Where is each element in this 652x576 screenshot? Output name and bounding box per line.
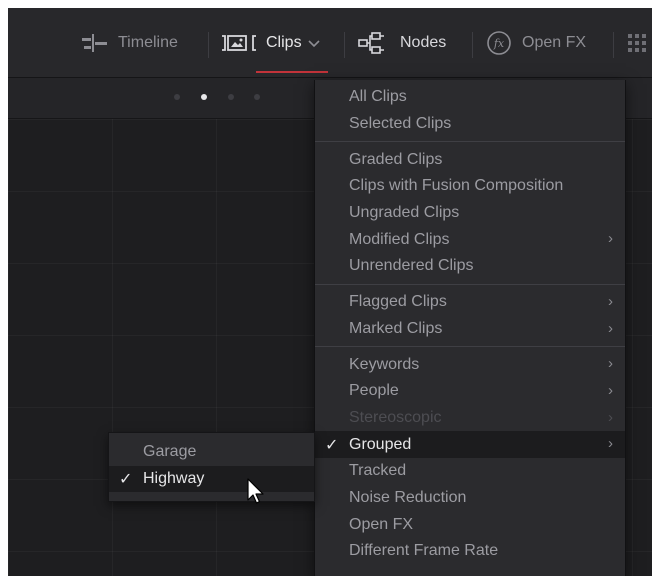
page-dot[interactable]	[254, 94, 260, 100]
menu-item-selected-clips[interactable]: Selected Clips	[315, 111, 625, 138]
toolbar-divider	[208, 32, 209, 58]
menu-item-different-frame-rate[interactable]: Different Frame Rate	[315, 538, 625, 565]
openfx-label: Open FX	[522, 33, 587, 51]
toolbar-divider	[472, 32, 473, 58]
page-dot-active[interactable]	[201, 94, 207, 100]
toolbar: Timeline Clips Nodes fx Open FX	[8, 8, 652, 78]
menu-separator	[315, 141, 625, 143]
clips-label: Clips	[266, 33, 302, 51]
clips-button[interactable]: Clips	[220, 8, 320, 77]
toolbar-divider	[613, 32, 614, 58]
chevron-down-icon[interactable]	[307, 38, 320, 48]
nodes-icon	[358, 31, 384, 54]
chevron-right-icon: ›	[608, 230, 613, 248]
mouse-pointer-icon	[247, 478, 264, 504]
chevron-right-icon: ›	[608, 292, 613, 310]
menu-item-noise-reduction[interactable]: Noise Reduction	[315, 485, 625, 512]
clips-filmstrip-icon	[222, 34, 256, 51]
checkmark-icon: ✓	[119, 471, 133, 489]
openfx-button[interactable]: fx Open FX	[486, 8, 586, 77]
menu-item-open-fx[interactable]: Open FX	[315, 511, 625, 538]
more-button[interactable]	[627, 8, 651, 77]
timeline-button[interactable]: Timeline	[82, 8, 178, 77]
menu-item-grouped[interactable]: ✓ Grouped ›	[315, 431, 625, 458]
chevron-right-icon: ›	[608, 319, 613, 337]
clips-filter-menu: All Clips Selected Clips Graded Clips Cl…	[314, 80, 626, 576]
chevron-right-icon: ›	[608, 381, 613, 399]
submenu-item-garage[interactable]: Garage	[109, 439, 314, 466]
chevron-right-icon: ›	[608, 408, 613, 426]
menu-item-modified-clips[interactable]: Modified Clips ›	[315, 226, 625, 253]
submenu-item-highway[interactable]: ✓ Highway	[109, 465, 314, 493]
active-tab-underline	[256, 71, 328, 73]
menu-separator	[315, 346, 625, 348]
page-dot[interactable]	[174, 94, 180, 100]
menu-item-people[interactable]: People ›	[315, 378, 625, 405]
menu-separator	[315, 283, 625, 285]
menu-item-graded-clips[interactable]: Graded Clips	[315, 146, 625, 173]
grouped-submenu: Garage ✓ Highway	[108, 432, 315, 502]
menu-item-stereoscopic: Stereoscopic ›	[349, 408, 613, 426]
menu-item-unrendered-clips[interactable]: Unrendered Clips	[315, 253, 625, 280]
checkmark-icon: ✓	[325, 436, 339, 454]
menu-item-marked-clips[interactable]: Marked Clips ›	[315, 316, 625, 343]
toolbar-divider	[344, 32, 345, 58]
svg-text:fx: fx	[493, 37, 505, 50]
chevron-right-icon: ›	[608, 355, 613, 373]
menu-item-all-clips[interactable]: All Clips	[315, 84, 625, 111]
menu-item-fusion-clips[interactable]: Clips with Fusion Composition	[315, 173, 625, 200]
timeline-label: Timeline	[118, 33, 178, 51]
nodes-button[interactable]: Nodes	[358, 8, 446, 77]
timeline-icon	[82, 33, 107, 52]
menu-item-tracked[interactable]: Tracked	[315, 458, 625, 485]
menu-item-ungraded-clips[interactable]: Ungraded Clips	[315, 200, 625, 227]
page-dot[interactable]	[228, 94, 234, 100]
menu-item-keywords[interactable]: Keywords ›	[315, 351, 625, 378]
grid-icon	[628, 33, 646, 52]
app-window: Timeline Clips Nodes fx Open FX All Clip…	[8, 8, 652, 576]
chevron-right-icon: ›	[608, 435, 613, 453]
fx-icon: fx	[487, 30, 511, 55]
nodes-label: Nodes	[400, 33, 447, 51]
menu-item-flagged-clips[interactable]: Flagged Clips ›	[315, 289, 625, 316]
